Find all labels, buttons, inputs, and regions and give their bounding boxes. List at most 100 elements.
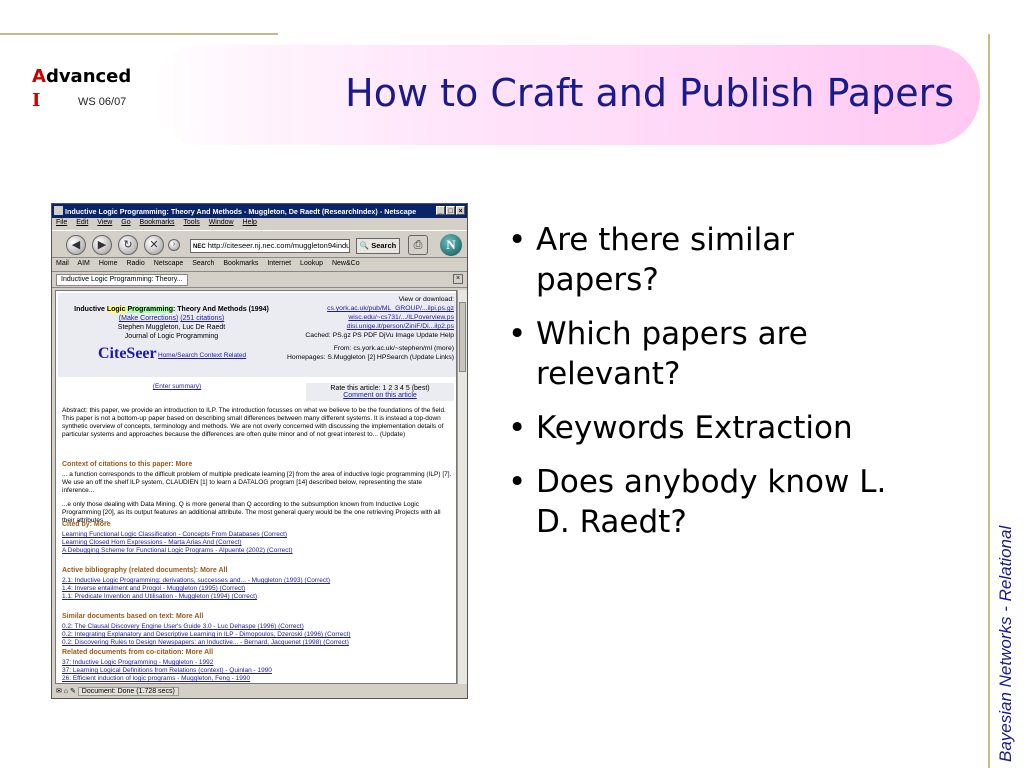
print-icon[interactable]: ⎙ [408,235,428,255]
personal-item-search[interactable]: Search [192,260,214,267]
active-bibliography-item[interactable]: 1.1: Predicate Invention and Utilisation… [62,593,454,601]
url-field[interactable]: NEC http://citeseer.nj.nec.com/muggleton… [190,239,350,253]
course-logo: Advanced I WS 06/07 [32,66,142,116]
personal-item-mail[interactable]: Mail [56,260,69,267]
personal-item-internet[interactable]: Internet [267,260,291,267]
cocitation-item[interactable]: 37: Inductive Logic Programming - Muggle… [62,659,454,667]
browser-screenshot: Inductive Logic Programming: Theory And … [51,203,468,699]
source-from[interactable]: From: cs.york.ac.uk/~stephen/ml (more) [284,344,454,353]
menu-help[interactable]: Help [243,219,257,226]
top-rule [0,33,278,35]
personal-toolbar: Mail AIM Home Radio Netscape Search Book… [52,258,467,272]
menu-edit[interactable]: Edit [76,219,88,226]
cited-by-item[interactable]: Learning Functional Logic Classification… [62,531,454,539]
netscape-logo-icon: N [440,234,462,256]
tab-current[interactable]: Inductive Logic Programming: Theory... [56,274,188,286]
window-controls: _ □ × [435,206,465,215]
navigation-toolbar: ◀ ▶ ↻ ✕ › NEC http://citeseer.nj.nec.com… [52,230,467,258]
context-heading[interactable]: Context of citations to this paper: More [62,461,454,469]
logo-i-letter: I [32,90,41,111]
netscape-icon [54,206,63,215]
cited-by-section: Cited by: More Learning Functional Logic… [62,521,454,555]
download-link[interactable]: cs.york.ac.uk/pub/ML_GROUP/...ilpi.ps.gz [284,304,454,313]
rate-panel: Rate this article: 1 2 3 4 5 (best) Comm… [306,383,454,401]
cached-formats[interactable]: Cached: PS.gz PS PDF DjVu Image Update H… [284,331,454,340]
personal-item-netscape[interactable]: Netscape [154,260,184,267]
back-arrow-icon[interactable]: ◀ [66,235,86,255]
similar-documents-section: Similar documents based on text: More Al… [62,613,454,647]
window-title: Inductive Logic Programming: Theory And … [65,207,417,216]
search-button[interactable]: 🔍 Search [356,238,400,254]
paper-title-block: Inductive Logic Programming: Theory And … [64,305,279,341]
vertical-scrollbar[interactable] [457,290,467,684]
reload-icon[interactable]: ↻ [118,235,138,255]
menu-go[interactable]: Go [121,219,130,226]
personal-item-radio[interactable]: Radio [126,260,144,267]
minimize-icon[interactable]: _ [436,206,445,215]
enter-summary-link[interactable]: (Enter summary) [62,383,292,391]
citations-link[interactable]: (251 citations) [180,315,224,322]
similar-document-item[interactable]: 0.2: The Clausal Discovery Engine User's… [62,623,454,631]
bullet-item: Does anybody know L. D. Raedt? [508,462,908,542]
title-bar: How to Craft and Publish Papers [152,45,980,145]
context-section: Context of citations to this paper: More… [62,461,454,525]
menu-file[interactable]: File [56,219,67,226]
download-link[interactable]: disi.unige.it/person/ZiniF/Di...ilp2.ps [284,322,454,331]
active-bibliography-heading[interactable]: Active bibliography (related documents):… [62,567,454,575]
comment-link[interactable]: Comment on this article [308,392,452,399]
homepages-links[interactable]: Homepages: S.Muggleton [2] HPSearch (Upd… [284,353,454,362]
close-icon[interactable]: × [456,206,465,215]
maximize-icon[interactable]: □ [446,206,455,215]
menu-view[interactable]: View [97,219,112,226]
cited-by-item[interactable]: A Debugging Scheme for Functional Logic … [62,547,454,555]
menu-bar: File Edit View Go Bookmarks Tools Window… [52,218,467,230]
cocitation-section: Related documents from co-citation: More… [62,649,454,683]
similar-document-item[interactable]: 0.2: Integrating Explanatory and Descrip… [62,631,454,639]
personal-item-home[interactable]: Home [99,260,118,267]
personal-item-newco[interactable]: New&Co [332,260,360,267]
citeseer-links[interactable]: Home/Search Context Related [158,352,246,359]
active-bibliography-item[interactable]: 2.1: Inductive Logic Programming: deriva… [62,577,454,585]
scrollbar-thumb[interactable] [459,302,466,372]
personal-item-bookmarks[interactable]: Bookmarks [223,260,258,267]
cocitation-item[interactable]: 37: Learning Logical Definitions from Re… [62,667,454,675]
similar-document-item[interactable]: 0.2: Discovering Rules to Design Newspap… [62,639,454,647]
personal-item-lookup[interactable]: Lookup [300,260,323,267]
view-download-label: View or download: [398,296,454,303]
cited-by-heading[interactable]: Cited by: More [62,521,454,529]
paper-header: Inductive Logic Programming: Theory And … [58,293,456,377]
similar-documents-heading[interactable]: Similar documents based on text: More Al… [62,613,454,621]
forward-arrow-icon[interactable]: ▶ [92,235,112,255]
cocitation-item[interactable]: 26: Efficient induction of logic program… [62,675,454,683]
rate-stars[interactable]: Rate this article: 1 2 3 4 5 (best) [308,385,452,392]
url-text: http://citeseer.nj.nec.com/muggleton94in… [207,241,350,250]
page-content: Inductive Logic Programming: Theory And … [55,290,457,684]
cited-by-item[interactable]: Learning Closed Horn Expressions - Marta… [62,539,454,547]
paper-title-logic: Logic [106,306,126,313]
status-text: Document: Done (1.728 secs) [77,687,179,696]
menu-tools[interactable]: Tools [183,219,199,226]
citeseer-logo[interactable]: CiteSeer [98,345,157,363]
paper-authors: Stephen Muggleton, Luc De Raedt [117,324,226,331]
stop-icon[interactable]: ✕ [144,235,164,255]
cocitation-heading[interactable]: Related documents from co-citation: More… [62,649,454,657]
download-panel: View or download: cs.york.ac.uk/pub/ML_G… [284,295,454,362]
make-corrections-link[interactable]: (Make Corrections) [119,315,179,322]
paper-title-pre: Inductive [74,306,107,313]
go-icon[interactable]: › [168,239,180,251]
bullet-list: Are there similar papers? Which papers a… [508,220,908,556]
status-icons: ✉ ⌂ ✎ [56,688,78,695]
paper-title-post: : Theory And Methods (1994) [173,306,269,313]
search-button-label: Search [371,241,397,250]
bullet-item: Which papers are relevant? [508,314,908,394]
personal-item-aim[interactable]: AIM [77,260,89,267]
tab-close-icon[interactable]: × [453,274,463,284]
menu-bookmarks[interactable]: Bookmarks [140,219,175,226]
window-titlebar: Inductive Logic Programming: Theory And … [52,204,467,218]
active-bibliography-item[interactable]: 1.4: Inverse entailment and Progol - Mug… [62,585,454,593]
menu-window[interactable]: Window [209,219,234,226]
paper-journal: Journal of Logic Programming [124,333,219,340]
bullet-item: Are there similar papers? [508,220,908,300]
logo-a-letter: A [32,66,46,87]
download-link[interactable]: wisc.edu/~cs731/.../ILPoverview.ps [284,313,454,322]
